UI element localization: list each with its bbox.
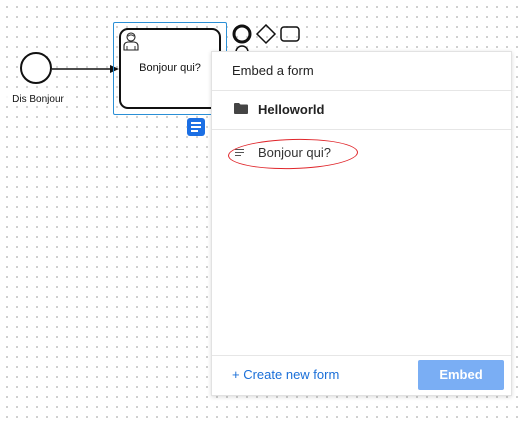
divider bbox=[212, 355, 511, 356]
red-highlight-ellipse bbox=[227, 137, 359, 171]
start-event-label: Dis Bonjour bbox=[0, 94, 76, 105]
context-pad bbox=[232, 24, 300, 52]
embed-button[interactable]: Embed bbox=[418, 360, 504, 390]
start-event[interactable] bbox=[20, 52, 52, 84]
folder-icon bbox=[234, 103, 248, 114]
task-label: Bonjour qui? bbox=[139, 62, 201, 74]
folder-label: Helloworld bbox=[258, 102, 325, 117]
create-new-form-link[interactable]: + Create new form bbox=[232, 367, 339, 382]
form-list-item[interactable]: Bonjour qui? bbox=[212, 132, 511, 171]
divider bbox=[212, 129, 511, 130]
embed-form-popup: Embed a form Helloworld Bonjour qui? + C… bbox=[211, 51, 512, 396]
end-event-icon[interactable] bbox=[232, 24, 252, 44]
gateway-icon[interactable] bbox=[255, 24, 277, 45]
form-link-badge[interactable] bbox=[187, 118, 205, 136]
task-icon[interactable] bbox=[280, 26, 300, 42]
user-icon bbox=[123, 32, 139, 51]
folder-row[interactable]: Helloworld bbox=[212, 91, 511, 129]
popup-title: Embed a form bbox=[232, 63, 314, 78]
